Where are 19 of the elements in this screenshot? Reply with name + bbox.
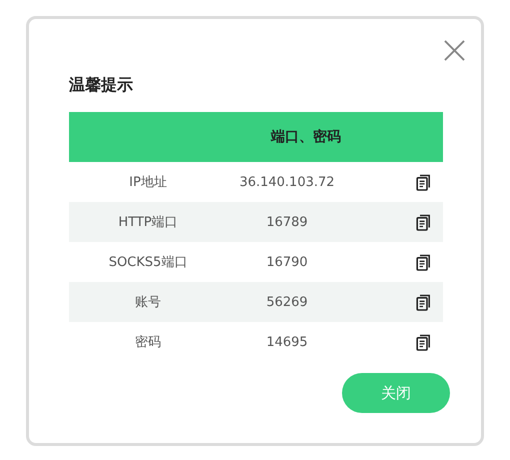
table-cell-text: HTTP端口 <box>118 214 178 231</box>
header-label: 端口、密码 <box>271 128 341 146</box>
table-cell-text: SOCKS5端口 <box>108 254 188 271</box>
table-cell: 16790 <box>266 254 308 270</box>
table-cell: 56269 <box>266 294 308 310</box>
copy-icon[interactable] <box>416 294 431 310</box>
copy-icon[interactable] <box>416 174 431 190</box>
copy-icon[interactable] <box>416 334 431 350</box>
table-cell-text: IP地址 <box>129 174 167 191</box>
copy-icon[interactable] <box>416 254 431 270</box>
table-cell-text: 账号 <box>135 294 161 311</box>
table-cell-text: 密码 <box>135 334 161 351</box>
table-cell: 16789 <box>266 214 308 230</box>
copy-icon[interactable] <box>416 214 431 230</box>
close-button[interactable]: 关闭 <box>342 373 450 413</box>
table-cell: 14695 <box>266 334 308 350</box>
close-icon[interactable] <box>444 40 465 61</box>
dialog-title: 温馨提示 <box>69 76 134 94</box>
table-cell: 36.140.103.72 <box>239 174 335 190</box>
